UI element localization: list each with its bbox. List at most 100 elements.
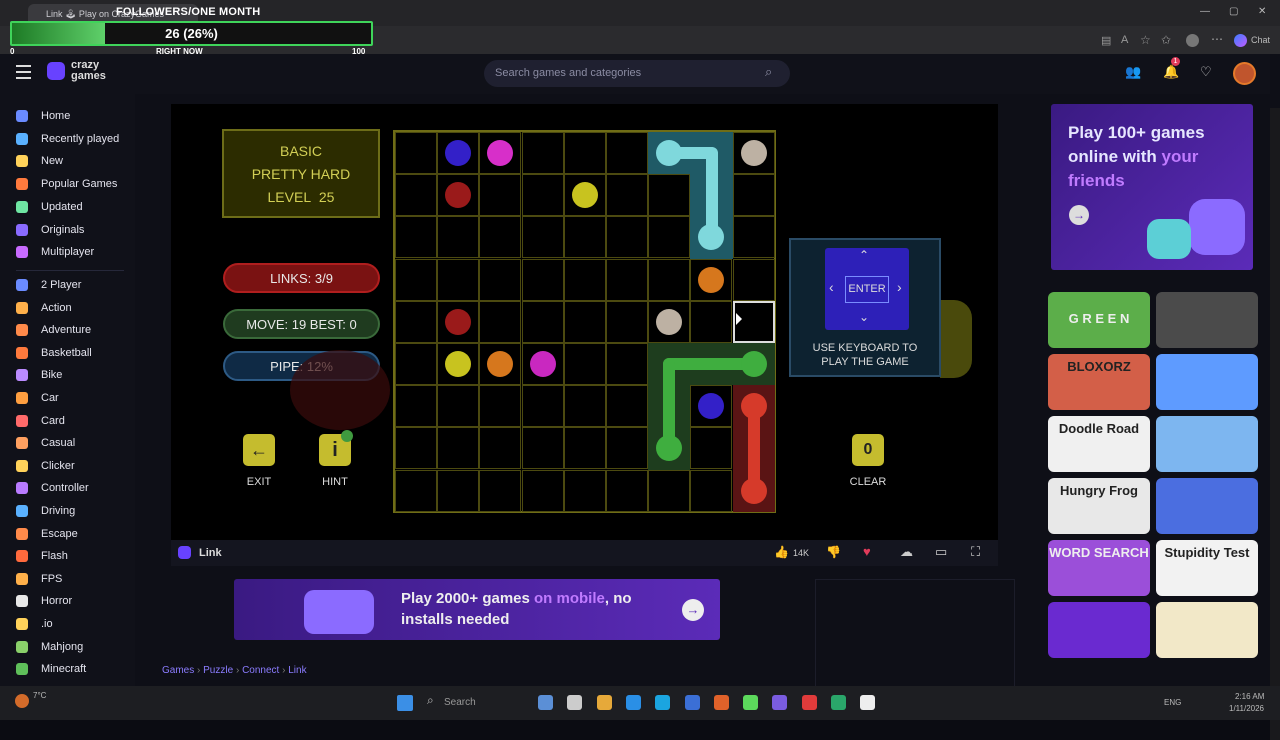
feedback-icon[interactable]: ▭ — [935, 544, 947, 560]
board-cell[interactable] — [606, 258, 648, 301]
game-thumbnail[interactable] — [1156, 602, 1258, 658]
board-cell[interactable] — [395, 258, 437, 301]
search-icon[interactable]: ⌕ — [427, 693, 434, 708]
chat-label[interactable]: Chat — [1251, 35, 1270, 45]
board-dot[interactable] — [571, 182, 598, 209]
read-aloud-icon[interactable]: A — [1121, 34, 1128, 46]
sidebar-category-escape[interactable]: Escape — [16, 524, 78, 544]
board-cell[interactable] — [395, 427, 437, 470]
taskbar-app-icon[interactable] — [772, 695, 788, 710]
maximize-icon[interactable]: ▢ — [1229, 6, 1238, 17]
sidebar-category-driving[interactable]: Driving — [16, 501, 75, 521]
copilot-icon[interactable] — [1234, 34, 1247, 47]
more-icon[interactable]: ⋯ — [1211, 32, 1223, 46]
favorites-icon[interactable]: ♡ — [1200, 64, 1212, 80]
minimize-icon[interactable]: — — [1200, 6, 1210, 17]
board-cell[interactable] — [690, 427, 733, 470]
board-dot[interactable] — [740, 140, 767, 166]
board-cell[interactable] — [437, 258, 480, 301]
close-icon[interactable]: ✕ — [1258, 6, 1266, 17]
start-icon[interactable] — [397, 695, 413, 711]
breadcrumb-puzzle[interactable]: Puzzle — [203, 665, 233, 676]
sidebar-item-popular-games[interactable]: Popular Games — [16, 174, 117, 194]
logo[interactable]: crazy games — [71, 60, 106, 82]
board-cell[interactable] — [395, 300, 437, 343]
board-cell[interactable] — [606, 174, 648, 217]
breadcrumb-link[interactable]: Link — [288, 665, 306, 676]
game-thumbnail[interactable] — [1156, 416, 1258, 472]
board-cell[interactable] — [563, 132, 606, 174]
taskbar-app-icon[interactable] — [860, 695, 876, 710]
friends-icon[interactable]: 👥 — [1125, 64, 1141, 80]
game-thumbnail[interactable]: BLOXORZ — [1048, 354, 1150, 410]
board-cell[interactable] — [479, 427, 522, 470]
board-cell[interactable] — [732, 216, 775, 259]
taskbar-app-icon[interactable] — [831, 695, 846, 710]
arrow-right-icon[interactable]: → — [1069, 205, 1089, 225]
board-cell[interactable] — [648, 469, 691, 512]
taskbar-app-icon[interactable] — [684, 695, 700, 710]
game-thumbnail[interactable]: G R E E N — [1048, 292, 1150, 348]
search-input[interactable]: Search games and categories — [484, 60, 790, 87]
board-cell[interactable] — [563, 469, 606, 512]
clock-time[interactable]: 2:16 AM — [1235, 692, 1264, 701]
breadcrumb-games[interactable]: Games — [162, 665, 194, 676]
sidebar-item-originals[interactable]: Originals — [16, 220, 84, 240]
taskbar-app-icon[interactable] — [713, 695, 729, 710]
friends-promo-banner[interactable]: Play 100+ games online with your friends… — [1051, 104, 1253, 270]
sidebar-category-minecraft[interactable]: Minecraft — [16, 659, 86, 679]
menu-icon[interactable] — [16, 65, 31, 79]
scrollbar[interactable] — [1270, 108, 1280, 740]
board-cell[interactable] — [521, 132, 564, 174]
arrow-keys-pad[interactable]: ⌃ ‹ › ⌄ ENTER — [825, 248, 909, 330]
clock-date[interactable]: 1/11/2026 — [1229, 704, 1264, 713]
cloud-save-icon[interactable]: ☁ — [900, 544, 913, 560]
mobile-promo-banner[interactable]: Play 2000+ games on mobile, no installs … — [234, 579, 720, 640]
favorite-icon[interactable]: ☆ — [1140, 33, 1151, 47]
board-dot[interactable] — [656, 308, 683, 335]
taskbar-app-icon[interactable] — [596, 695, 612, 710]
exit-arrow-icon[interactable]: ← — [243, 434, 275, 466]
board-cell[interactable] — [606, 216, 648, 259]
sidebar-item-new[interactable]: New — [16, 151, 63, 171]
board-cell[interactable] — [648, 174, 691, 217]
taskbar-app-icon[interactable] — [538, 695, 553, 710]
board-cell[interactable] — [395, 216, 437, 259]
board-dot[interactable] — [445, 140, 472, 166]
sidebar-item-multiplayer[interactable]: Multiplayer — [16, 242, 94, 262]
sidebar-category-horror[interactable]: Horror — [16, 591, 72, 611]
board-dot[interactable] — [740, 393, 767, 420]
dislike-icon[interactable]: 👎 — [826, 545, 841, 559]
sidebar-category-flash[interactable]: Flash — [16, 546, 68, 566]
board-dot[interactable] — [529, 351, 556, 377]
board-cell[interactable] — [606, 427, 648, 470]
board-cell[interactable] — [521, 469, 564, 512]
board-cell[interactable] — [732, 258, 775, 301]
sidebar-category-action[interactable]: Action — [16, 298, 72, 318]
sidebar-category-fps[interactable]: FPS — [16, 569, 62, 589]
sidebar-category-2-player[interactable]: 2 Player — [16, 275, 81, 295]
sidebar-category--io[interactable]: .io — [16, 614, 53, 634]
taskbar-app-icon[interactable] — [625, 695, 641, 710]
board-cell[interactable] — [563, 258, 606, 301]
language-indicator[interactable]: ENG — [1164, 698, 1181, 707]
weather-icon[interactable] — [15, 694, 29, 708]
game-thumbnail[interactable] — [1156, 292, 1258, 348]
board-cell[interactable] — [521, 300, 564, 343]
board-cell[interactable] — [395, 385, 437, 428]
game-thumbnail[interactable]: Doodle Road — [1048, 416, 1150, 472]
board-cell[interactable] — [563, 427, 606, 470]
board-cell[interactable] — [521, 427, 564, 470]
taskbar-app-icon[interactable] — [567, 695, 583, 710]
board-cell[interactable] — [437, 469, 480, 512]
board-cell[interactable] — [479, 300, 522, 343]
game-thumbnail[interactable]: Hungry Frog — [1048, 478, 1150, 534]
board-cell[interactable] — [732, 174, 775, 217]
board-cell[interactable] — [395, 469, 437, 512]
sidebar-category-controller[interactable]: Controller — [16, 478, 89, 498]
game-board[interactable] — [393, 130, 776, 513]
board-cell[interactable] — [437, 216, 480, 259]
board-cell[interactable] — [606, 385, 648, 428]
board-dot[interactable] — [445, 351, 472, 377]
like-icon[interactable]: 👍 — [774, 545, 789, 559]
